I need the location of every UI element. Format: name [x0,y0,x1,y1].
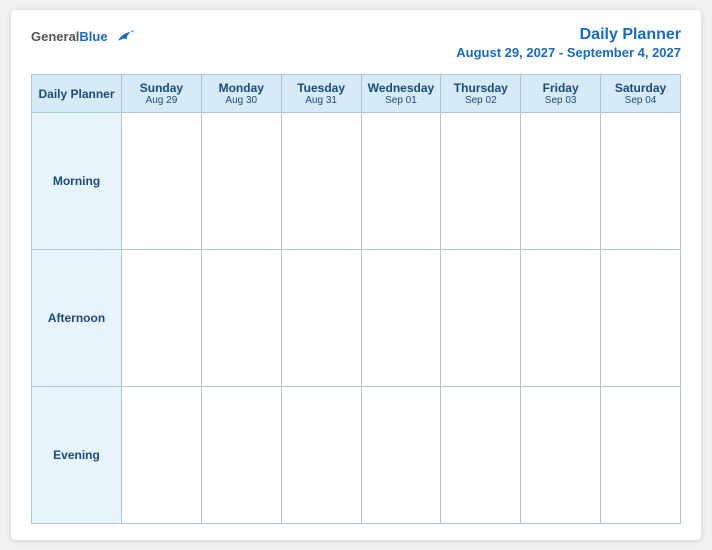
cell-2-0[interactable] [122,387,202,524]
day-date-0: Aug 29 [126,95,197,106]
header-day-6: SaturdaySep 04 [601,75,681,113]
cell-0-0[interactable] [122,113,202,250]
header-day-5: FridaySep 03 [521,75,601,113]
day-name-2: Tuesday [286,81,357,95]
cell-1-4[interactable] [441,250,521,387]
row-label-1: Afternoon [32,250,122,387]
cell-0-4[interactable] [441,113,521,250]
header-day-0: SundayAug 29 [122,75,202,113]
cell-1-2[interactable] [281,250,361,387]
logo-text: GeneralBlue [31,26,136,48]
cell-0-6[interactable] [601,113,681,250]
day-name-3: Wednesday [366,81,437,95]
cell-0-5[interactable] [521,113,601,250]
day-date-3: Sep 01 [366,95,437,106]
day-name-0: Sunday [126,81,197,95]
row-afternoon: Afternoon [32,250,681,387]
cell-2-4[interactable] [441,387,521,524]
cell-2-3[interactable] [361,387,441,524]
row-label-2: Evening [32,387,122,524]
main-title: Daily Planner [580,26,681,43]
logo-area: GeneralBlue [31,26,136,48]
day-name-4: Thursday [445,81,516,95]
row-label-0: Morning [32,113,122,250]
day-date-4: Sep 02 [445,95,516,106]
cell-2-6[interactable] [601,387,681,524]
day-date-1: Aug 30 [206,95,277,106]
day-name-5: Friday [525,81,596,95]
cell-1-6[interactable] [601,250,681,387]
header-day-2: TuesdayAug 31 [281,75,361,113]
row-evening: Evening [32,387,681,524]
cell-0-3[interactable] [361,113,441,250]
row-morning: Morning [32,113,681,250]
header-day-1: MondayAug 30 [201,75,281,113]
logo-blue: Blue [79,29,107,44]
header: GeneralBlue Daily Planner August 29, 202… [31,26,681,62]
calendar-table: Daily Planner SundayAug 29MondayAug 30Tu… [31,74,681,524]
day-date-5: Sep 03 [525,95,596,106]
date-range: August 29, 2027 - September 4, 2027 [456,45,681,60]
header-day-4: ThursdaySep 02 [441,75,521,113]
logo-general: General [31,29,79,44]
day-name-6: Saturday [605,81,676,95]
cell-0-2[interactable] [281,113,361,250]
cell-1-3[interactable] [361,250,441,387]
cell-2-2[interactable] [281,387,361,524]
cell-1-5[interactable] [521,250,601,387]
title-area: Daily Planner August 29, 2027 - Septembe… [456,26,681,62]
cell-1-1[interactable] [201,250,281,387]
cell-0-1[interactable] [201,113,281,250]
cell-1-0[interactable] [122,250,202,387]
logo-bird-icon [114,26,136,48]
header-label-cell: Daily Planner [32,75,122,113]
header-daily-label: Daily Planner [36,87,117,101]
page-container: GeneralBlue Daily Planner August 29, 202… [11,10,701,540]
cell-2-5[interactable] [521,387,601,524]
day-date-2: Aug 31 [286,95,357,106]
header-day-3: WednesdaySep 01 [361,75,441,113]
day-name-1: Monday [206,81,277,95]
day-date-6: Sep 04 [605,95,676,106]
cell-2-1[interactable] [201,387,281,524]
